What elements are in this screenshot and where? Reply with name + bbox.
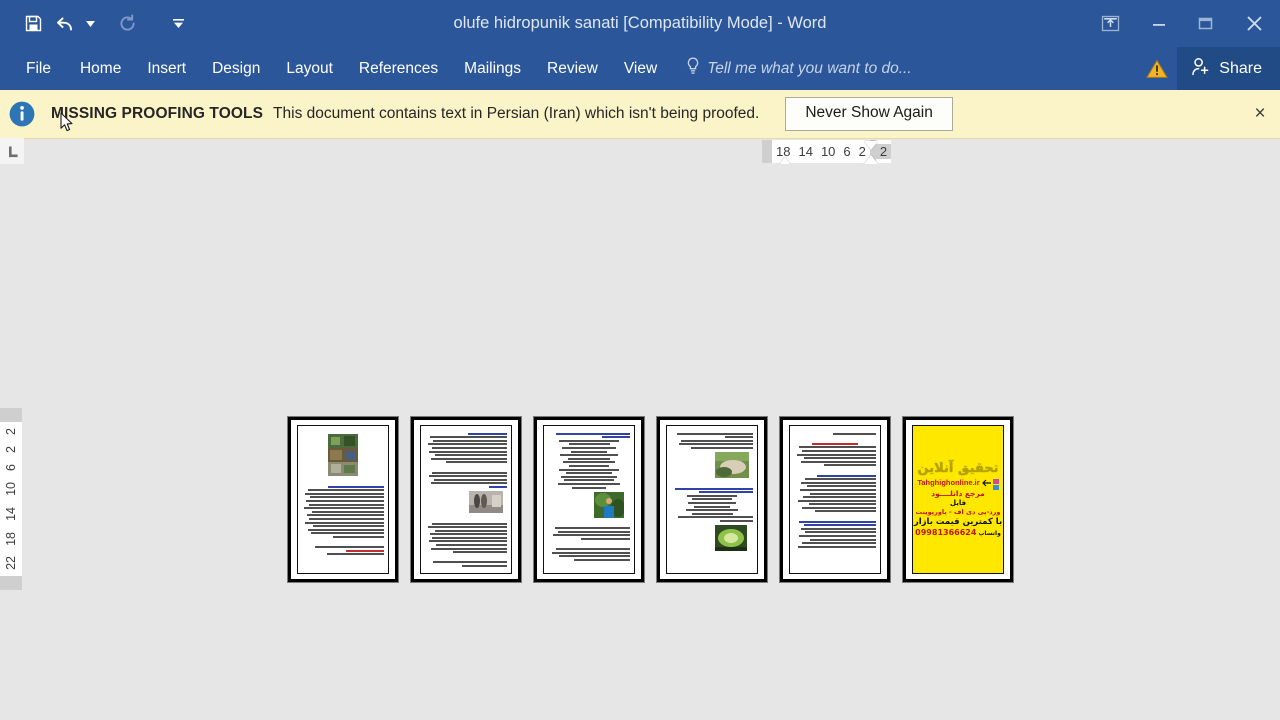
message-bar-text: This document contains text in Persian (… [273, 105, 760, 122]
page3-heading [556, 432, 630, 435]
arrow-left-icon [981, 479, 991, 486]
ad-url-row: Tahghighonline.ir [917, 477, 999, 490]
warning-icon[interactable] [1137, 47, 1177, 90]
redo-icon[interactable] [112, 9, 142, 39]
ad-phone-number: 09981366624 [915, 528, 977, 537]
page2-blue-mark [488, 485, 507, 488]
page3-person-photo [594, 491, 624, 518]
page4-heading [675, 487, 753, 490]
hruler-tick-6: 6 [843, 144, 851, 159]
window-controls [1084, 0, 1280, 47]
share-label: Share [1219, 59, 1262, 77]
minimize-icon[interactable] [1136, 0, 1182, 47]
word-window: olufe hidropunik sanati [Compatibility M… [0, 0, 1280, 720]
pdf-doc-icon [992, 483, 999, 490]
tab-layout[interactable]: Layout [273, 47, 346, 90]
hruler-tick-2b: 2 [875, 144, 892, 159]
page5-subheading [833, 432, 876, 435]
tab-stop-selector[interactable] [0, 138, 24, 164]
hruler-tick-14: 14 [798, 144, 813, 159]
page-thumbnail-3[interactable] [534, 417, 644, 582]
ad-line-4: با کمترین قیمت بازار [913, 517, 1003, 527]
page-thumbnail-strip: تحقیق آنلاین Tahghighonline.ir مرجع دانل… [288, 417, 1013, 582]
page5-blue-heading-1 [816, 474, 876, 477]
word-doc-icon [992, 477, 999, 484]
vruler-ticks: 2 2 6 10 14 18 22 [0, 422, 22, 576]
undo-dropdown-icon[interactable] [82, 9, 98, 39]
ad-whatsapp-label: واتساپ [978, 530, 1001, 537]
document-canvas[interactable]: تحقیق آنلاین Tahghighonline.ir مرجع دانل… [24, 164, 1280, 720]
save-icon[interactable] [18, 9, 48, 39]
advertisement: تحقیق آنلاین Tahghighonline.ir مرجع دانل… [913, 426, 1003, 573]
ad-logo: تحقیق آنلاین [917, 461, 999, 476]
vruler-tick-10: 10 [4, 481, 18, 496]
lightbulb-icon [686, 57, 700, 80]
page5-red-heading [812, 442, 858, 445]
page2-grayscale-photo [469, 490, 503, 513]
tab-review[interactable]: Review [534, 47, 611, 90]
undo-icon[interactable] [50, 9, 80, 39]
ad-line-2: فایل [949, 499, 967, 507]
ribbon-right-actions: Share [1137, 47, 1280, 90]
vruler-tick-14: 14 [4, 506, 18, 521]
vruler-tick-22: 22 [4, 556, 18, 571]
page-thumbnail-1[interactable] [288, 417, 398, 582]
page1-heading [328, 485, 384, 488]
ad-url-text: Tahghighonline.ir [917, 478, 980, 487]
tab-references[interactable]: References [346, 47, 451, 90]
ribbon-display-options-icon[interactable] [1084, 0, 1136, 47]
first-line-indent-marker[interactable] [864, 141, 878, 150]
page-thumbnail-2[interactable] [411, 417, 521, 582]
tell-me-placeholder: Tell me what you want to do... [707, 59, 912, 77]
message-bar-title: MISSING PROOFING TOOLS [51, 105, 264, 122]
quick-access-toolbar [0, 0, 186, 47]
never-show-again-button[interactable]: Never Show Again [785, 97, 953, 131]
info-icon [7, 99, 37, 129]
page2-heading [467, 432, 507, 435]
page-thumbnail-5[interactable] [780, 417, 890, 582]
page4-photo-top [715, 451, 749, 478]
vruler-top-margin [0, 408, 22, 422]
vruler-tick-2a: 2 [4, 427, 18, 435]
customize-qat-icon[interactable] [170, 9, 186, 39]
vruler-tick-18: 18 [4, 531, 18, 546]
vertical-ruler[interactable]: 2 2 6 10 14 18 22 [0, 408, 22, 590]
page4-photo-bottom [715, 524, 747, 551]
ruler-margin-left [762, 140, 772, 163]
page1-red-text [346, 549, 384, 552]
ad-file-icons [992, 477, 999, 490]
right-indent-marker[interactable] [864, 155, 878, 164]
close-icon[interactable] [1228, 0, 1280, 47]
tab-home[interactable]: Home [67, 47, 134, 90]
vruler-bottom-margin [0, 576, 22, 590]
tab-mailings[interactable]: Mailings [451, 47, 534, 90]
ad-line-1: مرجع دانلــــود [931, 489, 985, 498]
tab-file[interactable]: File [0, 47, 67, 90]
share-button[interactable]: Share [1177, 47, 1280, 90]
message-bar-close-icon[interactable]: × [1240, 90, 1280, 137]
page-thumbnail-6[interactable]: تحقیق آنلاین Tahghighonline.ir مرجع دانل… [903, 417, 1013, 582]
ad-line-3: ورد-پی دی اف - پاورپوینت [915, 508, 1001, 516]
vruler-tick-6: 6 [4, 463, 18, 471]
hruler-tick-10: 10 [820, 144, 836, 159]
ad-phone-row: واتساپ 09981366624 [915, 528, 1001, 537]
page1-photo-collage [328, 434, 358, 476]
restore-icon[interactable] [1182, 0, 1228, 47]
tell-me-box[interactable]: Tell me what you want to do... [670, 47, 912, 90]
ribbon-tab-bar: File Home Insert Design Layout Reference… [0, 47, 1280, 90]
page5-blue-heading-2 [798, 520, 876, 523]
tab-insert[interactable]: Insert [134, 47, 199, 90]
tab-view[interactable]: View [611, 47, 670, 90]
vruler-tick-2b: 2 [4, 445, 18, 453]
person-add-icon [1191, 57, 1211, 81]
message-bar: MISSING PROOFING TOOLS This document con… [0, 90, 1280, 139]
title-bar: olufe hidropunik sanati [Compatibility M… [0, 0, 1280, 47]
tab-design[interactable]: Design [199, 47, 273, 90]
page-thumbnail-4[interactable] [657, 417, 767, 582]
